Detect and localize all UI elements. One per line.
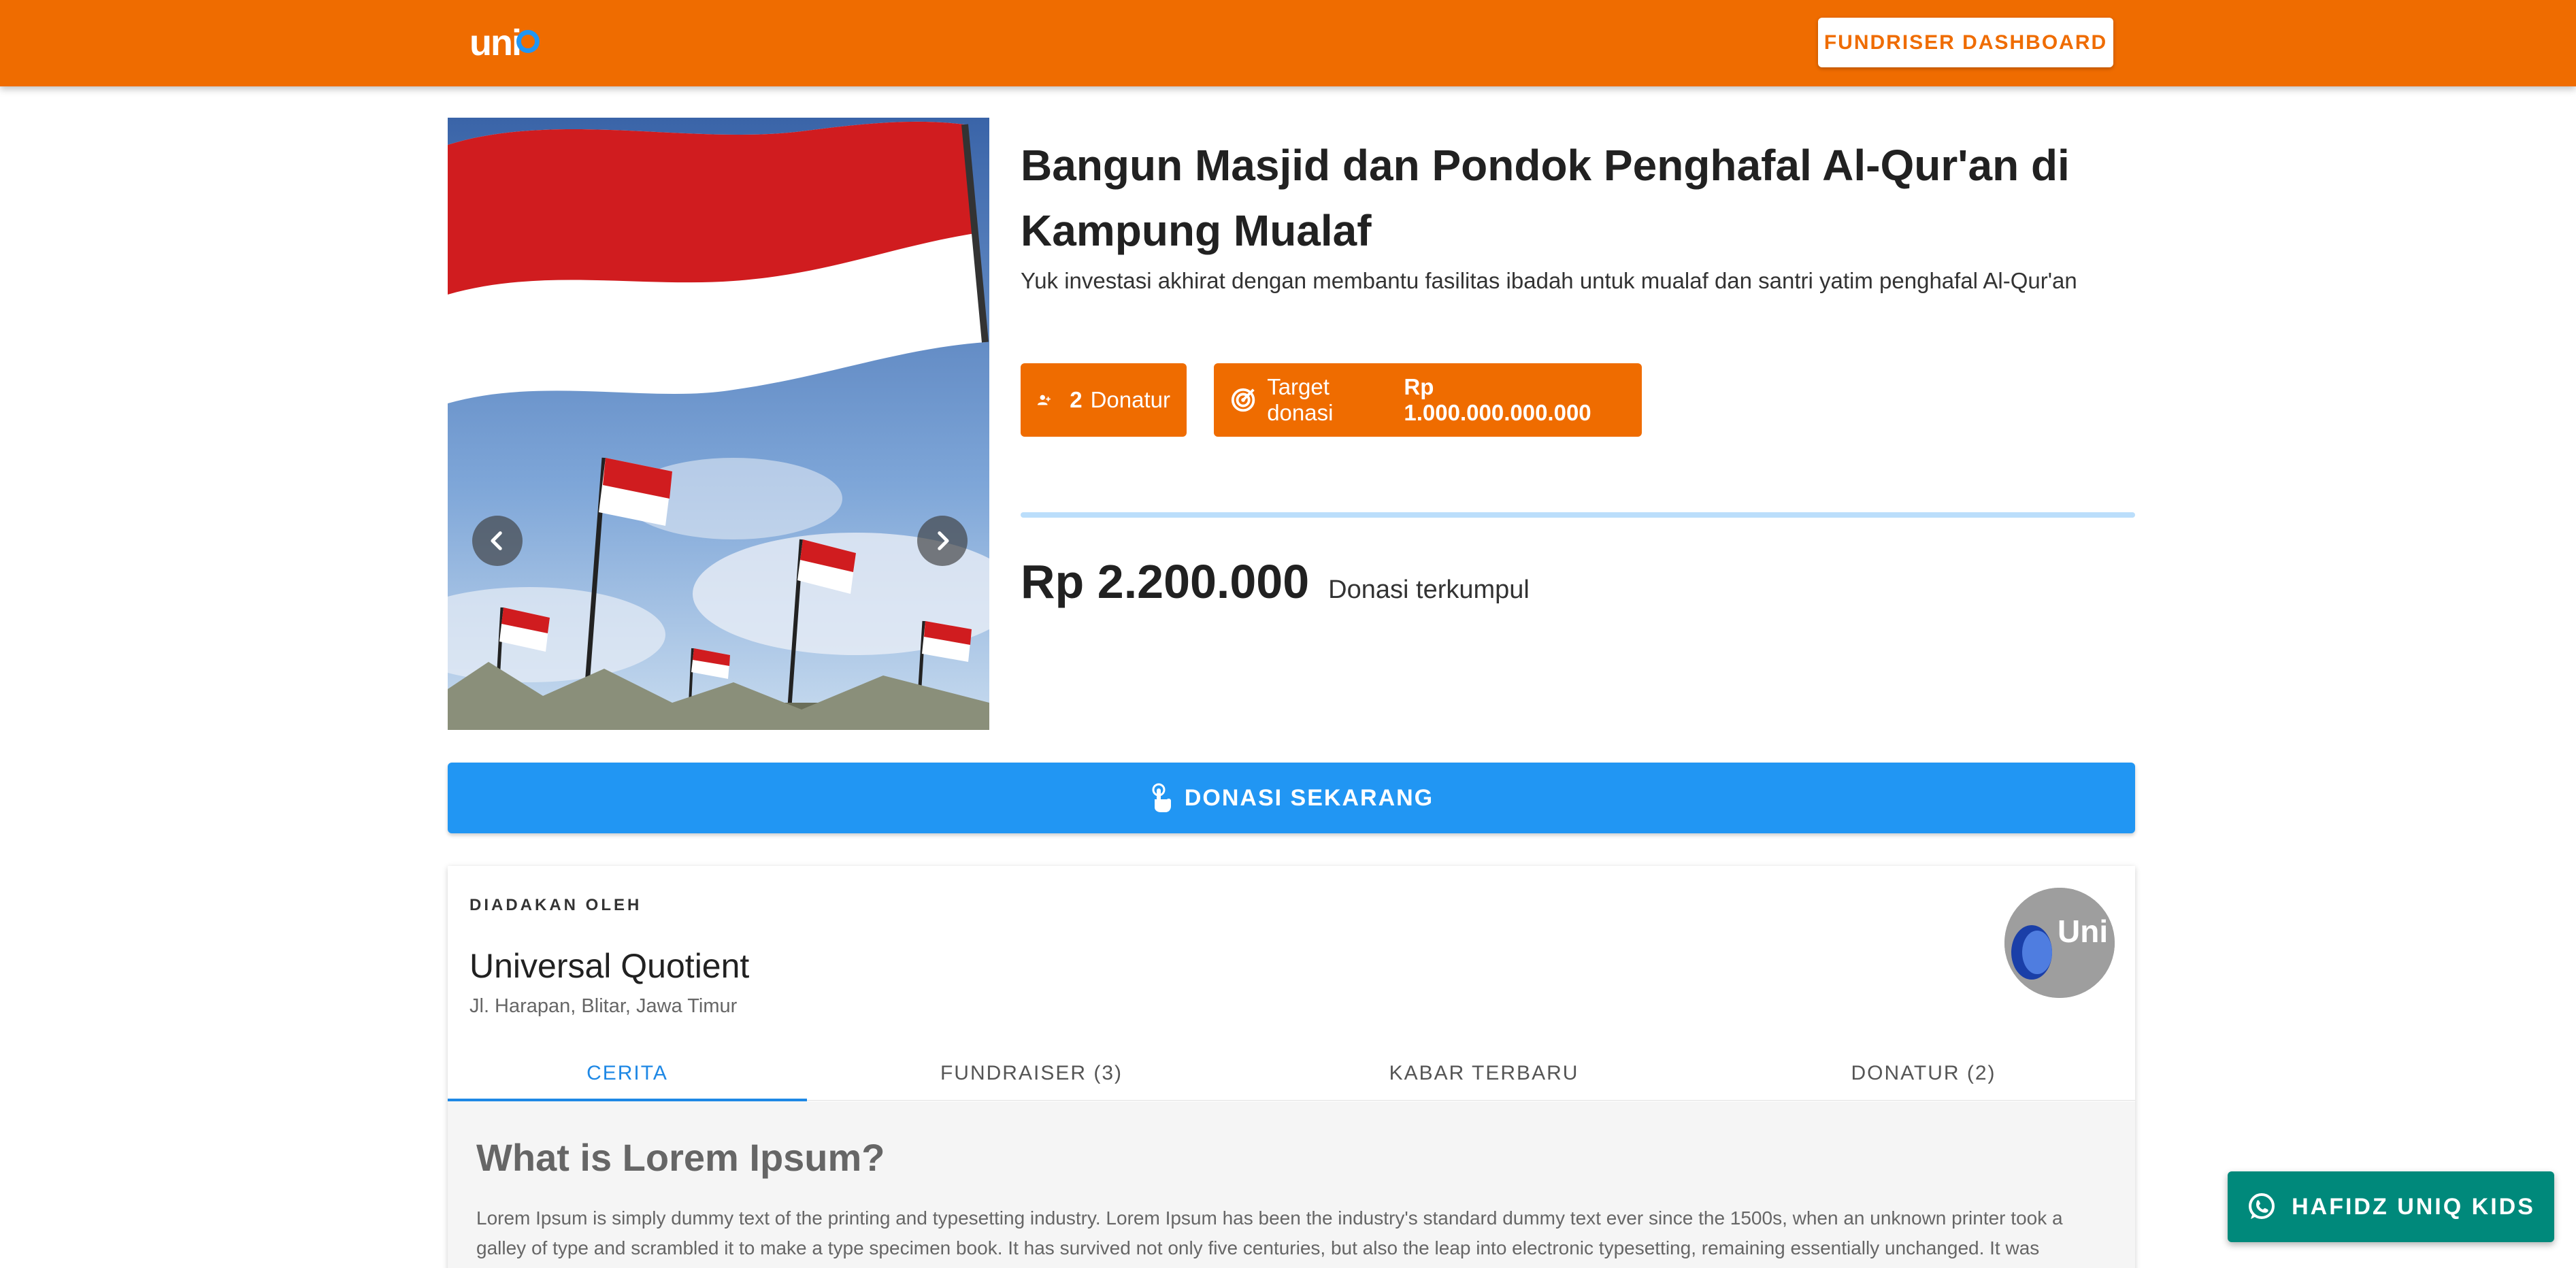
target-icon [1231, 388, 1255, 412]
chevron-left-icon [491, 531, 502, 550]
organizer-avatar[interactable]: Uni [2004, 888, 2115, 998]
story-title: What is Lorem Ipsum? [476, 1136, 885, 1179]
touch-hand-icon [1152, 783, 1171, 812]
whatsapp-button-label: HAFIDZ UNIQ KIDS [2292, 1193, 2535, 1220]
collected-summary: Rp 2.200.000 Donasi terkumpul [1021, 554, 1530, 609]
target-label: Target donasi [1267, 374, 1334, 425]
organized-by-label: DIADAKAN OLEH [469, 896, 642, 914]
donate-now-button[interactable]: DONASI SEKARANG [448, 763, 2135, 833]
campaign-subtitle: Yuk investasi akhirat dengan membantu fa… [1021, 268, 2077, 293]
organizer-address: Jl. Harapan, Blitar, Jawa Timur [469, 995, 738, 1017]
tab-donatur[interactable]: DONATUR (2) [1712, 1046, 2135, 1101]
whatsapp-contact-button[interactable]: HAFIDZ UNIQ KIDS [2228, 1171, 2554, 1242]
app-logo[interactable]: uni [469, 19, 540, 67]
donate-now-label: DONASI SEKARANG [1184, 784, 1434, 811]
tab-cerita[interactable]: CERITA [448, 1046, 807, 1101]
top-app-bar: uni FUNDRISER DASHBOARD [0, 0, 2576, 86]
target-amount: Rp 1.000.000.000.000 [1404, 374, 1591, 425]
avatar-text: Uni [2058, 914, 2108, 949]
tab-fundraiser[interactable]: FUNDRAISER (3) [807, 1046, 1256, 1101]
logo-text: uni [469, 22, 522, 63]
people-add-icon [1037, 395, 1051, 405]
carousel-next-button[interactable] [917, 516, 968, 566]
logo-ring-icon [516, 30, 540, 53]
story-text: Lorem Ipsum is simply dummy text of the … [476, 1207, 2063, 1258]
organizer-card: DIADAKAN OLEH Universal Quotient Jl. Har… [448, 866, 2135, 1268]
fundraiser-dashboard-button[interactable]: FUNDRISER DASHBOARD [1818, 18, 2113, 67]
organizer-logo-image: Uni [2004, 888, 2115, 998]
campaign-image [448, 118, 989, 730]
donation-target-chip[interactable]: Target donasi Rp 1.000.000.000.000 [1214, 363, 1642, 437]
donor-label: Donatur [1090, 387, 1170, 412]
campaign-tabs: CERITA FUNDRAISER (3) KABAR TERBARU DONA… [448, 1046, 2135, 1101]
campaign-image-carousel[interactable] [448, 118, 989, 730]
carousel-prev-button[interactable] [472, 516, 523, 566]
donor-count-chip[interactable]: 2 Donatur [1021, 363, 1187, 437]
whatsapp-icon [2249, 1193, 2275, 1219]
collected-amount: Rp 2.200.000 [1021, 555, 1310, 608]
organizer-name[interactable]: Universal Quotient [469, 946, 749, 986]
tab-kabar-terbaru[interactable]: KABAR TERBARU [1256, 1046, 1712, 1101]
donor-count: 2 [1070, 387, 1083, 412]
campaign-title: Bangun Masjid dan Pondok Penghafal Al-Qu… [1021, 141, 2070, 255]
donation-progress-bar [1021, 512, 2135, 518]
chevron-right-icon [938, 531, 949, 550]
story-panel: What is Lorem Ipsum? Lorem Ipsum is simp… [448, 1101, 2135, 1268]
collected-label: Donasi terkumpul [1328, 575, 1530, 604]
